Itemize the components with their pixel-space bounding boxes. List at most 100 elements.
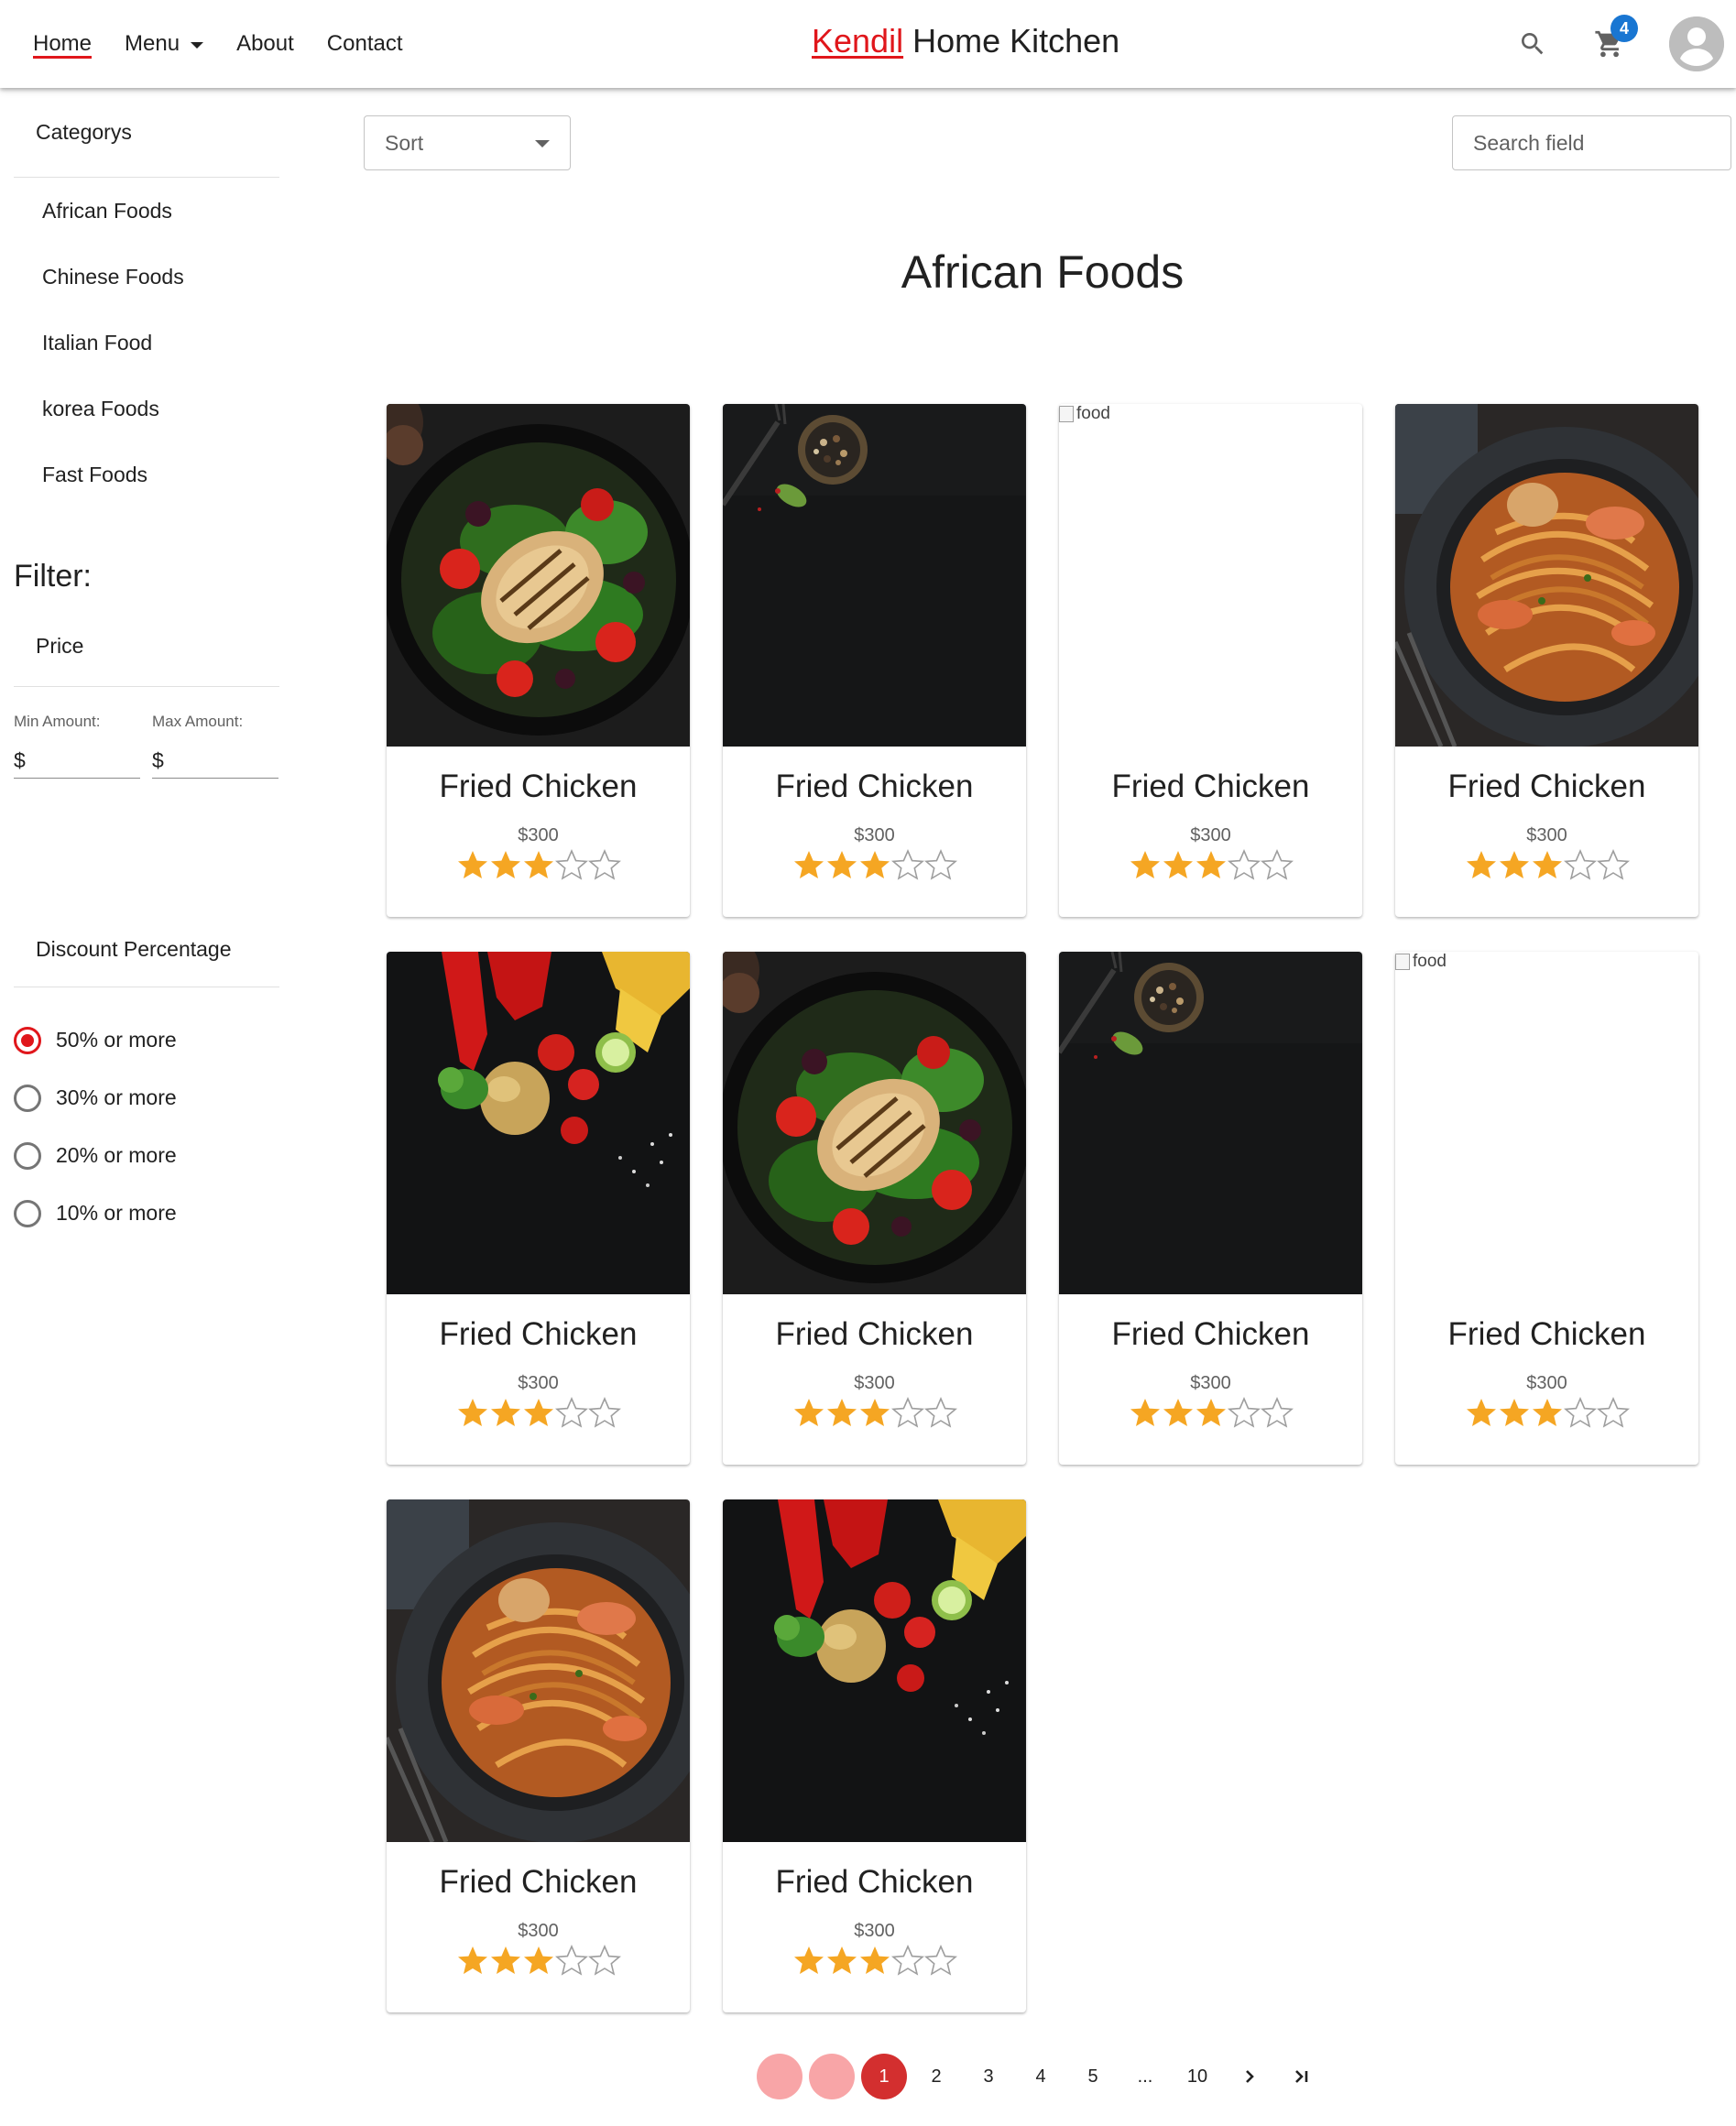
star-filled-icon[interactable]	[1498, 1397, 1531, 1428]
product-rating[interactable]	[1395, 849, 1698, 880]
discount-option-20[interactable]: 20% or more	[14, 1127, 177, 1184]
product-card[interactable]: Fried Chicken $300	[723, 1499, 1026, 2012]
star-filled-icon[interactable]	[489, 1945, 522, 1976]
product-card[interactable]: Fried Chicken $300	[387, 404, 690, 917]
product-image[interactable]: food	[1395, 952, 1698, 1294]
star-empty-icon[interactable]	[587, 849, 621, 880]
star-empty-icon[interactable]	[890, 1945, 924, 1976]
star-empty-icon[interactable]	[923, 1945, 957, 1976]
star-filled-icon[interactable]	[825, 1945, 858, 1976]
star-empty-icon[interactable]	[923, 849, 957, 880]
product-rating[interactable]	[723, 1945, 1026, 1976]
star-filled-icon[interactable]	[456, 849, 489, 880]
star-filled-icon[interactable]	[1531, 1397, 1564, 1428]
star-filled-icon[interactable]	[1498, 849, 1531, 880]
product-card[interactable]: Fried Chicken $300	[723, 952, 1026, 1465]
radio-checked-icon[interactable]	[14, 1026, 41, 1054]
star-empty-icon[interactable]	[1227, 1397, 1261, 1428]
sort-select[interactable]: Sort	[364, 115, 571, 170]
radio-unchecked-icon[interactable]	[14, 1199, 41, 1227]
page-button[interactable]: 4	[1018, 2054, 1064, 2099]
star-filled-icon[interactable]	[825, 1397, 858, 1428]
radio-unchecked-icon[interactable]	[14, 1084, 41, 1112]
star-empty-icon[interactable]	[587, 1945, 621, 1976]
product-image[interactable]	[723, 404, 1026, 747]
star-filled-icon[interactable]	[456, 1945, 489, 1976]
star-filled-icon[interactable]	[1129, 849, 1162, 880]
discount-option-10[interactable]: 10% or more	[14, 1184, 177, 1242]
search-input[interactable]: Search field	[1452, 115, 1731, 170]
star-empty-icon[interactable]	[587, 1397, 621, 1428]
nav-contact-link[interactable]: Contact	[327, 0, 403, 88]
star-empty-icon[interactable]	[554, 1397, 588, 1428]
discount-option-50[interactable]: 50% or more	[14, 1011, 177, 1069]
star-filled-icon[interactable]	[489, 1397, 522, 1428]
first-page-button[interactable]	[757, 2054, 802, 2099]
star-empty-icon[interactable]	[1260, 849, 1294, 880]
product-image[interactable]	[1395, 404, 1698, 747]
star-filled-icon[interactable]	[1195, 849, 1228, 880]
next-page-button[interactable]	[1227, 2054, 1272, 2099]
page-button[interactable]: 2	[913, 2054, 959, 2099]
last-page-button[interactable]	[1279, 2054, 1325, 2099]
previous-page-button[interactable]	[809, 2054, 855, 2099]
product-card[interactable]: Fried Chicken $300	[723, 404, 1026, 917]
product-image[interactable]	[723, 952, 1026, 1294]
product-card[interactable]: food Fried Chicken $300	[1395, 952, 1698, 1465]
nav-about-link[interactable]: About	[236, 0, 294, 88]
star-filled-icon[interactable]	[1465, 1397, 1498, 1428]
product-card[interactable]: Fried Chicken $300	[387, 952, 690, 1465]
star-filled-icon[interactable]	[1162, 849, 1195, 880]
product-rating[interactable]	[387, 1945, 690, 1976]
page-button[interactable]: 10	[1174, 2054, 1220, 2099]
product-image[interactable]	[387, 404, 690, 747]
star-filled-icon[interactable]	[858, 1945, 891, 1976]
star-empty-icon[interactable]	[923, 1397, 957, 1428]
star-filled-icon[interactable]	[792, 849, 825, 880]
page-button[interactable]: 3	[966, 2054, 1011, 2099]
product-card[interactable]: food Fried Chicken $300	[1059, 404, 1362, 917]
product-card[interactable]: Fried Chicken $300	[387, 1499, 690, 2012]
product-image[interactable]	[723, 1499, 1026, 1842]
star-filled-icon[interactable]	[1531, 849, 1564, 880]
star-filled-icon[interactable]	[1162, 1397, 1195, 1428]
category-african-foods[interactable]: African Foods	[14, 178, 279, 244]
product-rating[interactable]	[723, 1397, 1026, 1428]
product-image[interactable]: food	[1059, 404, 1362, 747]
star-filled-icon[interactable]	[456, 1397, 489, 1428]
star-filled-icon[interactable]	[1195, 1397, 1228, 1428]
product-rating[interactable]	[387, 849, 690, 880]
page-button[interactable]: 1	[861, 2054, 907, 2099]
brand-logo[interactable]: Kendil Home Kitchen	[812, 22, 1119, 60]
star-empty-icon[interactable]	[1260, 1397, 1294, 1428]
product-rating[interactable]	[387, 1397, 690, 1428]
star-empty-icon[interactable]	[1227, 849, 1261, 880]
star-empty-icon[interactable]	[1563, 849, 1597, 880]
product-image[interactable]	[387, 952, 690, 1294]
star-filled-icon[interactable]	[825, 849, 858, 880]
star-empty-icon[interactable]	[890, 1397, 924, 1428]
max-amount-input[interactable]: $	[152, 744, 278, 779]
product-rating[interactable]	[1059, 1397, 1362, 1428]
product-rating[interactable]	[1059, 849, 1362, 880]
star-empty-icon[interactable]	[554, 849, 588, 880]
product-card[interactable]: Fried Chicken $300	[1059, 952, 1362, 1465]
category-italian-food[interactable]: Italian Food	[14, 310, 279, 376]
product-image[interactable]	[387, 1499, 690, 1842]
account-avatar[interactable]	[1669, 16, 1724, 71]
star-empty-icon[interactable]	[1596, 849, 1630, 880]
star-empty-icon[interactable]	[554, 1945, 588, 1976]
product-image[interactable]	[1059, 952, 1362, 1294]
star-filled-icon[interactable]	[489, 849, 522, 880]
nav-menu-dropdown[interactable]: Menu	[125, 0, 204, 88]
star-filled-icon[interactable]	[858, 849, 891, 880]
star-filled-icon[interactable]	[522, 1945, 555, 1976]
nav-home-link[interactable]: Home	[33, 0, 93, 88]
star-filled-icon[interactable]	[1129, 1397, 1162, 1428]
star-filled-icon[interactable]	[522, 1397, 555, 1428]
category-fast-foods[interactable]: Fast Foods	[14, 442, 279, 507]
search-button[interactable]	[1511, 22, 1555, 66]
star-filled-icon[interactable]	[792, 1945, 825, 1976]
star-filled-icon[interactable]	[792, 1397, 825, 1428]
discount-option-30[interactable]: 30% or more	[14, 1069, 177, 1127]
